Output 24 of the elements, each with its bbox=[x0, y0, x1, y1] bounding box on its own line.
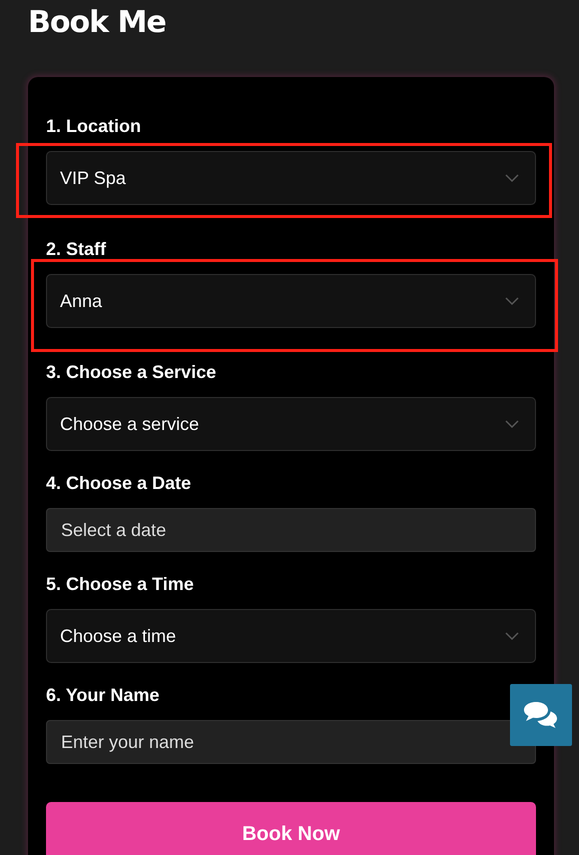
field-label: 6. Your Name bbox=[46, 684, 160, 706]
chat-button[interactable] bbox=[510, 684, 572, 746]
chat-bubbles-icon bbox=[522, 700, 560, 730]
select-field[interactable]: Choose a service bbox=[46, 397, 536, 451]
field-label: 1. Location bbox=[46, 115, 142, 137]
select-value: Choose a service bbox=[60, 414, 200, 434]
input-field[interactable]: Enter your name bbox=[46, 720, 536, 764]
chevron-down-icon bbox=[505, 420, 519, 428]
book-now-button[interactable]: Book Now bbox=[46, 802, 536, 855]
field-label: 3. Choose a Service bbox=[46, 361, 218, 383]
field-label: 2. Staff bbox=[46, 238, 108, 260]
select-field[interactable]: VIP Spa bbox=[46, 151, 536, 205]
page-title: Book Me bbox=[28, 4, 167, 42]
input-field[interactable]: Select a date bbox=[46, 508, 536, 552]
chevron-down-icon bbox=[505, 174, 519, 182]
select-value: Choose a time bbox=[60, 626, 176, 646]
chevron-down-icon bbox=[505, 297, 519, 305]
field-label: 4. Choose a Date bbox=[46, 472, 192, 494]
select-value: Anna bbox=[60, 290, 102, 312]
select-field[interactable]: Choose a time bbox=[46, 609, 536, 663]
field-label: 5. Choose a Time bbox=[46, 573, 195, 595]
chevron-down-icon bbox=[505, 632, 519, 640]
select-field[interactable]: Anna bbox=[46, 274, 536, 328]
select-value: VIP Spa bbox=[60, 168, 126, 188]
